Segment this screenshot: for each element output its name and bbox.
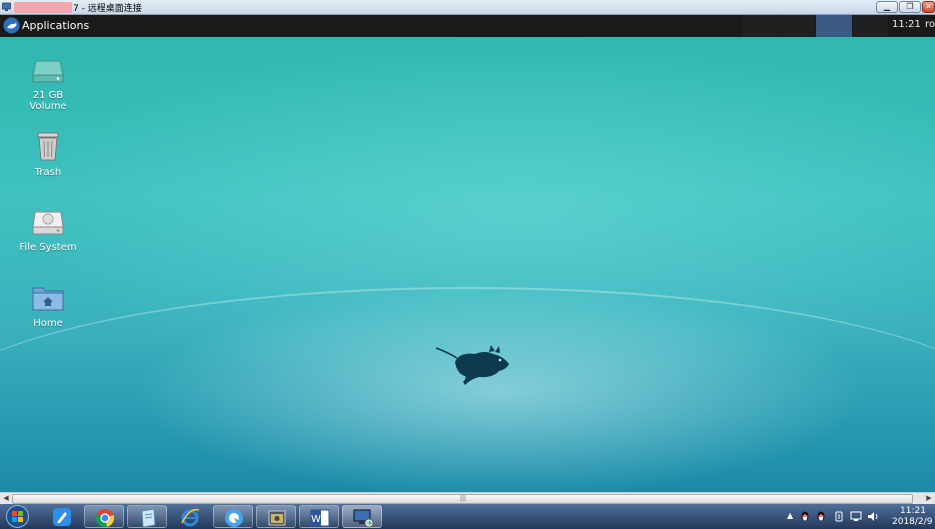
workspace-2[interactable] [779, 15, 815, 37]
minimize-button[interactable]: ▁ [876, 1, 898, 13]
filesystem-icon [32, 211, 64, 235]
taskbar-notepad[interactable] [127, 505, 167, 528]
scroll-right-icon[interactable]: ▶ [923, 493, 935, 504]
remote-desktop-titlebar: 7 - 远程桌面连接 ▁ ❐ ✕ [0, 0, 935, 15]
chrome-icon [95, 509, 115, 528]
taskbar-media[interactable] [256, 505, 296, 528]
applications-label: Applications [22, 19, 90, 32]
scrollbar-grip-icon: ||| [460, 495, 467, 502]
xfce-logo-icon [3, 17, 20, 34]
drive-icon [32, 60, 64, 83]
desktop-icon-home[interactable]: Home [13, 283, 83, 329]
network-icon[interactable] [850, 511, 862, 522]
taskbar-word[interactable]: W [299, 505, 339, 528]
notes-app-icon [53, 508, 71, 526]
trash-label: Trash [34, 167, 62, 178]
taskbar-remote-desktop[interactable] [342, 505, 382, 528]
qq-penguin-icon[interactable] [800, 511, 810, 522]
wallpaper-swoosh [0, 287, 935, 492]
taskbar-browser-app[interactable] [213, 505, 253, 528]
browser-app-icon [225, 509, 243, 527]
xfce-top-panel: Applications 11:21 ro [0, 15, 935, 37]
start-orb-icon[interactable] [4, 505, 31, 528]
ie-icon [181, 508, 200, 527]
workspace-4[interactable] [853, 15, 888, 37]
workspace-3-active[interactable] [816, 15, 852, 37]
notepad-icon [141, 508, 156, 528]
close-button[interactable]: ✕ [922, 1, 935, 13]
taskbar-notes-app[interactable] [42, 505, 76, 528]
home-label: Home [33, 318, 63, 329]
desktop-icon-trash[interactable]: Trash [13, 130, 83, 178]
tray-date[interactable]: 2018/2/9 [892, 517, 932, 527]
scrollbar-thumb[interactable]: ||| [12, 494, 913, 504]
desktop-icon-filesystem[interactable]: File System [13, 207, 83, 253]
redacted-host [14, 2, 72, 13]
xfce-mouse-logo [435, 345, 509, 385]
remote-desktop-icon [353, 509, 374, 528]
workspace-1[interactable] [742, 15, 778, 37]
scroll-left-icon[interactable]: ◀ [0, 493, 12, 504]
restore-button[interactable]: ❐ [899, 1, 921, 13]
tray-time[interactable]: 11:21 [900, 506, 926, 516]
show-hidden-icons-icon[interactable]: ▲ [787, 511, 793, 520]
panel-user[interactable]: ro [925, 19, 935, 30]
windows-taskbar: W ▲ 11:21 2018/2/9 [0, 504, 935, 529]
taskbar-chrome[interactable] [84, 505, 124, 528]
taskbar-ie[interactable] [170, 505, 210, 528]
applications-menu-button[interactable]: Applications [0, 15, 89, 37]
panel-clock[interactable]: 11:21 [892, 19, 921, 30]
window-title: 7 - 远程桌面连接 [73, 4, 142, 14]
home-folder-icon [32, 287, 64, 311]
volume-icon[interactable] [867, 511, 879, 522]
desktop-icon-volume[interactable]: 21 GB Volume [13, 57, 83, 112]
volume-label: 21 GB Volume [29, 90, 67, 112]
media-icon [268, 510, 286, 526]
word-icon: W [310, 509, 330, 527]
qq-penguin-icon-2[interactable] [816, 511, 826, 522]
svg-text:W: W [311, 514, 321, 525]
usb-icon[interactable] [834, 511, 844, 522]
trash-icon [37, 132, 59, 161]
filesystem-label: File System [19, 242, 77, 253]
horizontal-scrollbar[interactable]: ◀ ||| ▶ [0, 492, 935, 504]
desktop[interactable]: 21 GB Volume Trash File System Home [0, 37, 935, 492]
remote-desktop-icon [2, 2, 11, 11]
